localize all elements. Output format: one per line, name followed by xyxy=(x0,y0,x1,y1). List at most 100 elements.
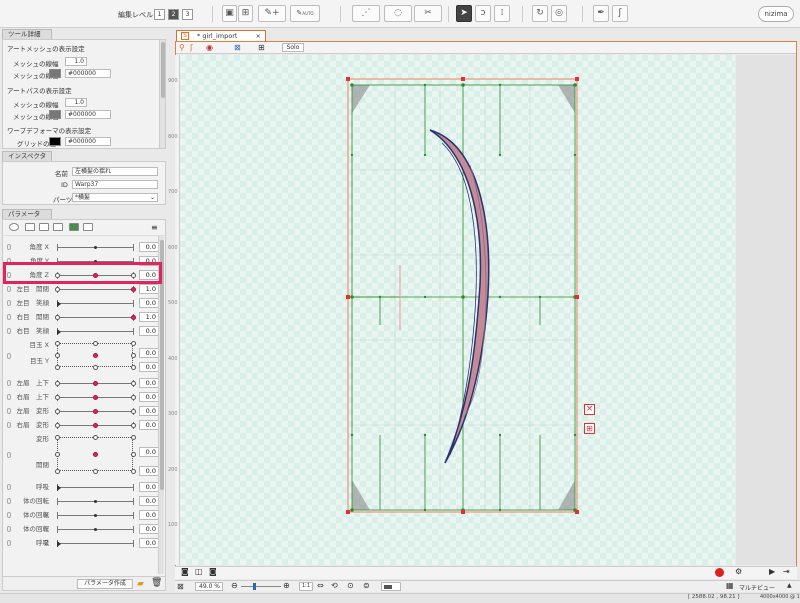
parameter-key-point[interactable] xyxy=(55,423,60,428)
brush-icon[interactable]: ⁞ xyxy=(494,5,510,22)
link-icon[interactable] xyxy=(7,286,11,292)
path-color-input[interactable]: #000000 xyxy=(65,110,111,119)
parameter-row[interactable]: 左眉 上下 0.0 xyxy=(5,376,161,390)
parameter-key-point[interactable] xyxy=(55,409,60,414)
parameter-key-point[interactable] xyxy=(55,287,60,292)
parameter-2d-row[interactable]: 変形 開閉 0.0 0.0 xyxy=(5,432,161,478)
view-mode-select[interactable] xyxy=(381,582,401,591)
parameter-slider-thumb[interactable] xyxy=(93,353,98,358)
parameter-row[interactable]: 右眉 変形 0.0 xyxy=(5,418,161,432)
parameter-key-point[interactable] xyxy=(93,246,97,249)
tool-details-scrollbar[interactable] xyxy=(159,40,165,148)
parameter-key-point[interactable] xyxy=(55,469,60,474)
grid-toggle-icon[interactable]: ⊞ xyxy=(258,43,265,52)
parameter-slider-thumb[interactable] xyxy=(93,452,98,457)
name-input[interactable]: 左横髪の揺れ xyxy=(72,167,158,176)
parameter-slider-track[interactable] xyxy=(57,317,133,318)
link-icon[interactable] xyxy=(7,512,11,518)
parameter-row[interactable]: 右目 開閉 1.0 xyxy=(5,310,161,324)
parameter-key-point[interactable] xyxy=(55,365,60,370)
camera-icon[interactable]: ◙ xyxy=(181,567,189,576)
actual-size-button[interactable]: 1:1 xyxy=(299,582,313,591)
parameter-row[interactable]: 左目 開閉 1.0 xyxy=(5,282,161,296)
path-color-swatch[interactable] xyxy=(49,110,61,119)
link-icon[interactable] xyxy=(7,353,11,359)
display-mode-icon[interactable]: ⊜ xyxy=(363,581,370,590)
parameter-row[interactable]: 呼吸 0.0 xyxy=(5,480,161,494)
zoom-slider-thumb[interactable] xyxy=(253,583,256,590)
solo-button[interactable]: Solo xyxy=(282,43,304,52)
link-icon[interactable] xyxy=(7,300,11,306)
zoom-input[interactable]: 49.0 % xyxy=(195,582,223,591)
nizima-logo[interactable]: nizima xyxy=(758,6,794,22)
parameter-slider-thumb[interactable] xyxy=(130,287,136,292)
parameter-key-point[interactable] xyxy=(131,341,136,346)
parameter-key-point[interactable] xyxy=(131,353,136,358)
delete-deformer-icon[interactable]: × xyxy=(584,404,595,415)
record-button[interactable] xyxy=(715,568,724,577)
parameter-value-input[interactable]: 0.0 xyxy=(139,392,159,402)
deform-path-icon[interactable]: ⚲ xyxy=(179,43,185,52)
parameter-value-input[interactable]: 0.0 xyxy=(139,298,159,308)
parameter-value-input[interactable]: 1.0 xyxy=(139,284,159,294)
auto-mesh-icon[interactable]: ✎AUTO xyxy=(290,5,320,22)
edit-level-1-button[interactable]: 1 xyxy=(154,9,165,20)
parameter-key-point[interactable] xyxy=(131,395,136,400)
select-arrow-icon[interactable]: ➤ xyxy=(456,5,472,22)
parameter-value-input[interactable]: 0.0 xyxy=(139,406,159,416)
parameter-key-point[interactable] xyxy=(131,409,136,414)
reset-view-icon[interactable]: ⊙ xyxy=(347,581,354,590)
parameter-value-input[interactable]: 0.0 xyxy=(139,466,159,476)
parameter-slider-thumb[interactable] xyxy=(92,409,98,414)
mesh-edit-icon[interactable]: ⋰ xyxy=(352,5,380,22)
camera-settings-icon[interactable]: ◙ xyxy=(209,567,217,576)
parameter-slider-thumb[interactable] xyxy=(92,395,98,400)
parameter-slider-thumb[interactable] xyxy=(92,423,98,428)
flip-horizontal-icon[interactable]: ⇔ xyxy=(317,581,324,590)
parameter-key-point[interactable] xyxy=(93,469,98,474)
parameter-slider-track[interactable] xyxy=(57,331,133,332)
parameter-value-input[interactable]: 0.0 xyxy=(139,538,159,548)
parameter-value-input[interactable]: 0.0 xyxy=(139,348,159,358)
hook-icon[interactable]: ʃ xyxy=(612,5,628,22)
trash-icon[interactable]: 🗑 xyxy=(151,578,162,588)
parameter-slider-thumb[interactable] xyxy=(57,329,61,335)
link-icon[interactable] xyxy=(7,380,11,386)
rotate-view-icon[interactable]: ⟲ xyxy=(331,581,338,590)
parameter-key-point[interactable] xyxy=(131,423,136,428)
parameter-key-point[interactable] xyxy=(93,500,97,503)
parameter-key-point[interactable] xyxy=(93,341,98,346)
warp-icon[interactable]: ⊞ xyxy=(238,5,253,22)
parameter-key-point[interactable] xyxy=(55,395,60,400)
parameter-value-input[interactable]: 0.0 xyxy=(139,362,159,372)
glue-icon[interactable]: ◌ xyxy=(384,5,412,22)
parameter-slider-thumb[interactable] xyxy=(92,381,98,386)
grid-color-input[interactable]: #000000 xyxy=(65,137,111,146)
parameter-slider-track[interactable] xyxy=(57,487,133,488)
chevron-up-icon[interactable]: ▲ xyxy=(787,582,792,589)
parameter-key-point[interactable] xyxy=(93,365,98,370)
parameter-slider-track[interactable] xyxy=(57,543,133,544)
parameter-value-input[interactable]: 1.0 xyxy=(139,312,159,322)
link-icon[interactable] xyxy=(7,498,11,504)
parameter-value-input[interactable]: 0.0 xyxy=(139,242,159,252)
zoom-in-icon[interactable]: ⊕ xyxy=(283,581,290,590)
scale-icon[interactable]: ◎ xyxy=(551,5,567,22)
multiview-label[interactable]: マルチビュー xyxy=(739,583,775,592)
parameter-value-input[interactable]: 0.0 xyxy=(139,420,159,430)
mesh-width-input[interactable]: 1.0 xyxy=(65,57,87,66)
parameter-slider-thumb[interactable] xyxy=(130,315,136,320)
link-icon[interactable] xyxy=(7,526,11,532)
parameter-row[interactable]: 右目 笑顔 0.0 xyxy=(5,324,161,338)
parameter-key-point[interactable] xyxy=(55,341,60,346)
parameter-value-input[interactable]: 0.0 xyxy=(139,378,159,388)
parameter-key-point[interactable] xyxy=(93,528,97,531)
screenshot-icon[interactable]: ◫ xyxy=(195,567,203,576)
lasso-icon[interactable]: ↄ xyxy=(475,5,491,22)
parameter-row[interactable]: 左眉 変形 0.0 xyxy=(5,404,161,418)
deformer-icon[interactable]: ▣ xyxy=(222,5,237,22)
parameter-value-input[interactable]: 0.0 xyxy=(139,524,159,534)
link-icon[interactable] xyxy=(7,540,11,546)
parameter-key-point[interactable] xyxy=(131,469,136,474)
parameter-slider-thumb[interactable] xyxy=(57,485,61,491)
